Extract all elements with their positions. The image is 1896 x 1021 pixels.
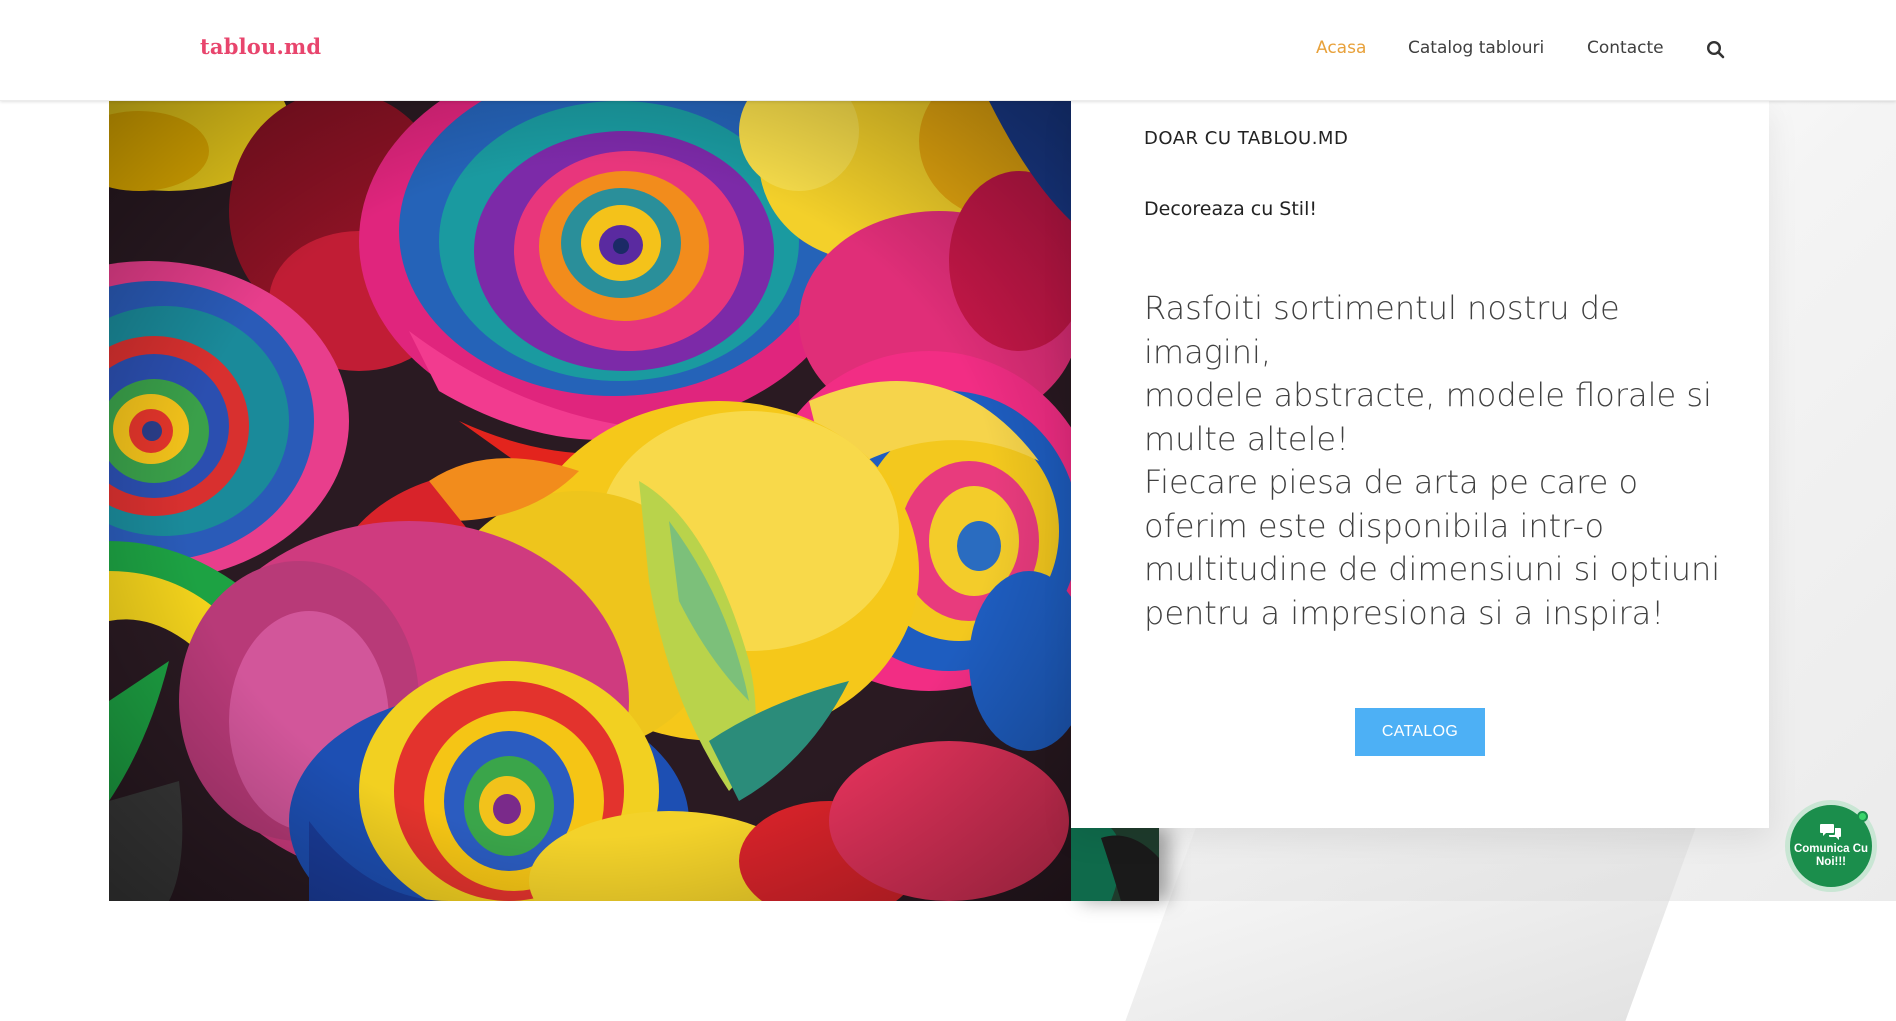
search-icon[interactable] xyxy=(1706,40,1726,60)
hero-image-edge xyxy=(1071,828,1159,901)
description-line: multitudine de dimensiuni si optiuni xyxy=(1144,550,1721,588)
chat-label-line-2: Noi!!! xyxy=(1815,856,1846,868)
nav-item-catalog-tablouri[interactable]: Catalog tablouri xyxy=(1408,38,1544,58)
description-line: pentru a impresiona si a inspira! xyxy=(1144,593,1665,632)
chat-label-line-1: Comunica Cu xyxy=(1793,843,1869,855)
hero-eyebrow: DOAR CU TABLOU.MD xyxy=(1144,128,1349,149)
nav-item-contacte[interactable]: Contacte xyxy=(1587,38,1664,58)
chat-widget-button[interactable]: Comunica Cu Noi!!! xyxy=(1785,800,1877,892)
online-status-dot xyxy=(1857,811,1868,822)
catalog-button[interactable]: CATALOG xyxy=(1355,708,1485,756)
description-line: Rasfoiti sortimentul nostru de xyxy=(1144,289,1620,327)
hero-description: Rasfoiti sortimentul nostru de imagini, … xyxy=(1144,287,1744,635)
description-line: Fiecare piesa de arta pe care o xyxy=(1144,463,1639,501)
nav-item-acasa[interactable]: Acasa xyxy=(1316,38,1366,58)
description-line: modele abstracte, modele florale si xyxy=(1144,376,1712,414)
site-header: tablou.md Acasa Catalog tablouri Contact… xyxy=(0,0,1896,101)
description-line: imagini, xyxy=(1144,332,1272,371)
description-line: multe altele! xyxy=(1144,419,1349,458)
site-logo[interactable]: tablou.md xyxy=(200,34,321,59)
chat-bubbles-icon xyxy=(1820,824,1841,840)
hero-text-card: DOAR CU TABLOU.MD Decoreaza cu Stil! Ras… xyxy=(1071,101,1769,828)
description-line: oferim este disponibila intr-o xyxy=(1144,506,1605,545)
hero-image-rainbow-roses xyxy=(109,101,1071,901)
hero-tagline: Decoreaza cu Stil! xyxy=(1144,198,1317,220)
